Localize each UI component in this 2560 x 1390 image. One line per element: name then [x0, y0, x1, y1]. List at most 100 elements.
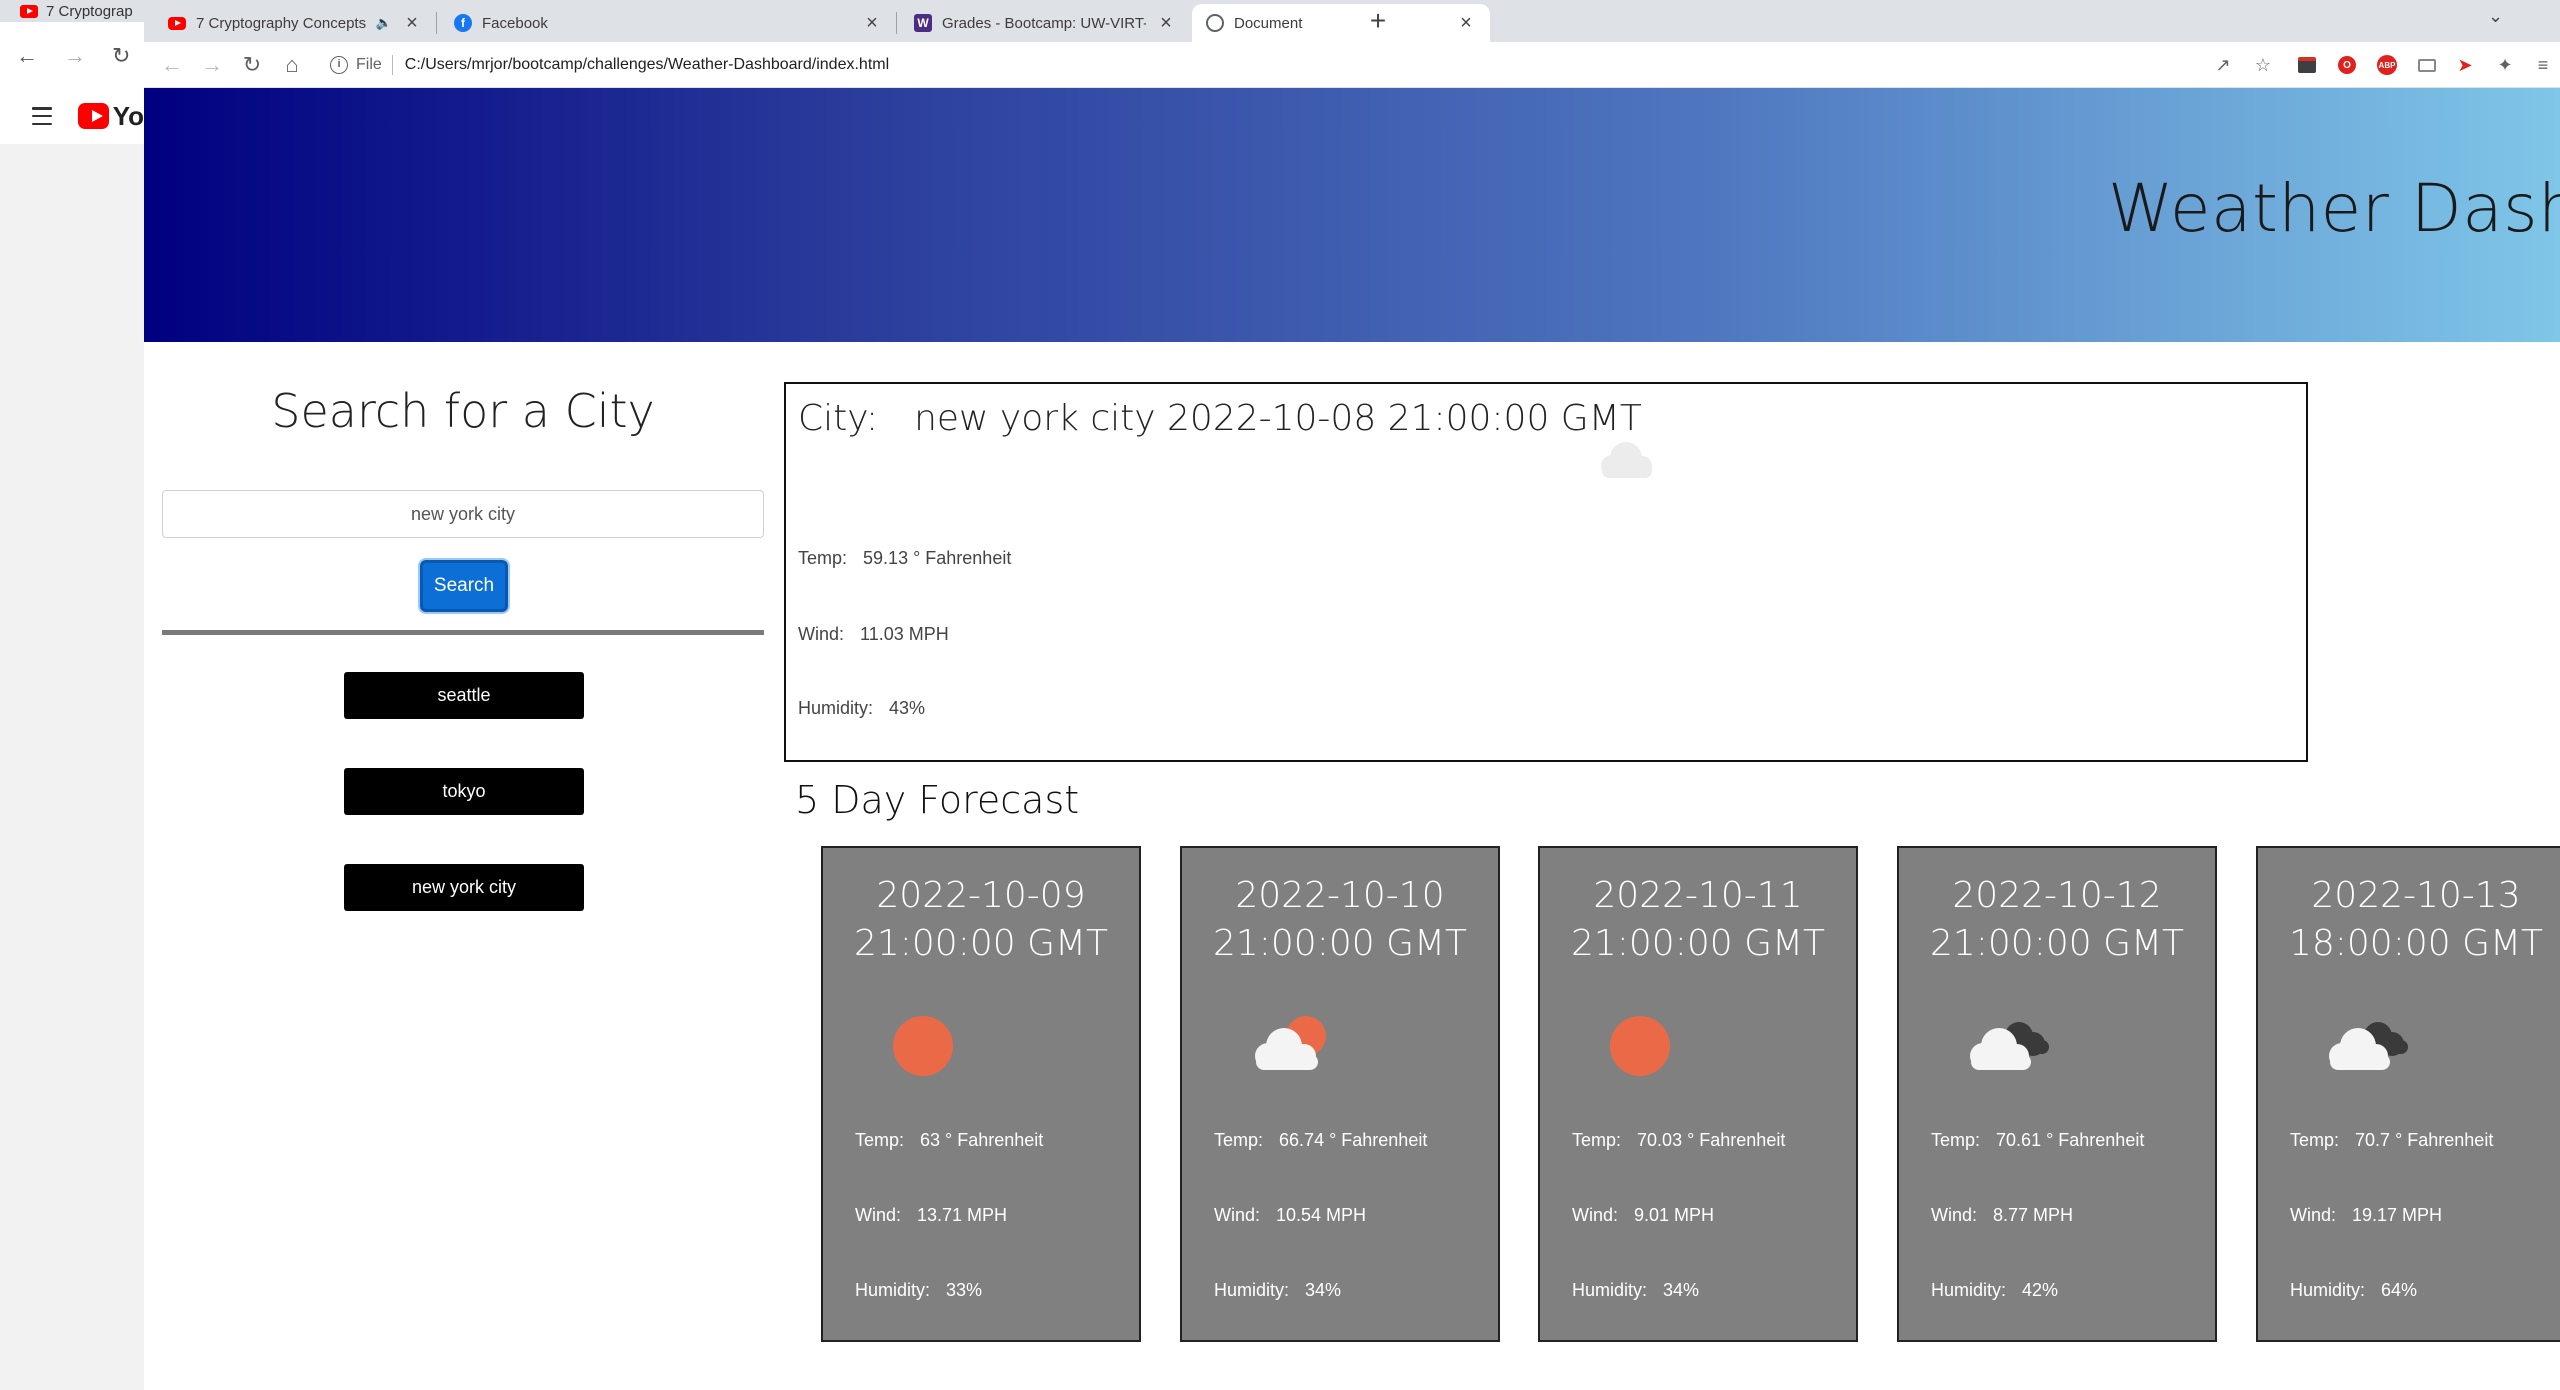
- sun-icon: [893, 1016, 953, 1076]
- forecast-date-time: 21:00:00 GMT: [1570, 923, 1826, 964]
- extension-arrow-icon[interactable]: ➤: [2454, 54, 2476, 76]
- temp-value: 70.61 ° Fahrenheit: [1996, 1130, 2145, 1150]
- forecast-date-time: 21:00:00 GMT: [1212, 923, 1468, 964]
- wind-value: 13.71 MPH: [917, 1205, 1008, 1225]
- extension-opera-icon[interactable]: O: [2336, 54, 2358, 76]
- temp-label: Temp:: [1572, 1130, 1622, 1150]
- forecast-humidity: Humidity: 33%: [855, 1280, 982, 1301]
- forward-arrow-icon[interactable]: →: [198, 51, 226, 79]
- humidity-value: 33%: [946, 1280, 983, 1300]
- youtube-header: Yo: [0, 88, 144, 144]
- forecast-card: 2022-10-13 18:00:00 GMT Temp: 70.7 ° Fahre…: [2256, 846, 2560, 1342]
- wind-label: Wind:: [855, 1205, 902, 1225]
- forecast-humidity: Humidity: 34%: [1214, 1280, 1341, 1301]
- background-page: [0, 90, 144, 1390]
- humidity-value: 64%: [2381, 1280, 2418, 1300]
- forecast-wind: Wind: 19.17 MPH: [2290, 1205, 2442, 1226]
- search-button[interactable]: Search: [420, 560, 508, 612]
- bookmark-star-icon[interactable]: ☆: [2252, 54, 2274, 76]
- tab-document[interactable]: Document ×: [1192, 4, 1490, 42]
- temp-value: 63 ° Fahrenheit: [920, 1130, 1044, 1150]
- tab-title: Document: [1234, 14, 1303, 32]
- puzzle-extensions-icon[interactable]: ✦: [2494, 54, 2516, 76]
- background-tab[interactable]: 7 Cryptograp: [20, 0, 133, 22]
- back-arrow-icon[interactable]: ←: [158, 51, 186, 79]
- current-city-line: City: new york city 2022-10-08 21:00:00 G…: [798, 398, 1642, 439]
- forecast-heading: 5 Day Forecast: [795, 778, 1080, 822]
- youtube-logo-icon[interactable]: [78, 103, 109, 129]
- close-icon[interactable]: ×: [1156, 12, 1176, 35]
- temp-label: Temp:: [2290, 1130, 2340, 1150]
- wind-label: Wind:: [2290, 1205, 2337, 1225]
- reading-list-icon[interactable]: ≡: [2532, 54, 2554, 76]
- browser-toolbar: ← → ↻ ⌂ i File C:/Users/mrjor/bootcamp/c…: [144, 42, 2560, 88]
- history-button-seattle[interactable]: seattle: [344, 672, 584, 719]
- browser-window: 7 Cryptography Concepts EV 🔈 × f Faceboo…: [144, 0, 2560, 1390]
- broken-clouds-icon: [1970, 1022, 2049, 1070]
- humidity-label: Humidity:: [1572, 1280, 1648, 1300]
- youtube-icon: [168, 16, 186, 30]
- home-icon[interactable]: ⌂: [278, 51, 306, 79]
- menu-icon[interactable]: [32, 107, 53, 125]
- audio-playing-icon[interactable]: 🔈: [376, 15, 392, 31]
- current-humidity: Humidity: 43%: [798, 698, 925, 719]
- history-button-new-york-city[interactable]: new york city: [344, 864, 584, 911]
- humidity-value: 34%: [1305, 1280, 1342, 1300]
- share-icon[interactable]: ↗: [2212, 54, 2234, 76]
- url-text[interactable]: C:/Users/mrjor/bootcamp/challenges/Weath…: [405, 56, 889, 74]
- close-icon[interactable]: ×: [402, 12, 422, 35]
- forecast-temp: Temp: 70.7 ° Fahrenheit: [2290, 1130, 2493, 1151]
- close-icon[interactable]: ×: [862, 12, 882, 35]
- wind-value: 11.03 MPH: [860, 624, 949, 644]
- extension-screen-icon[interactable]: [2416, 54, 2438, 76]
- reload-icon[interactable]: ↻: [112, 43, 130, 69]
- temp-value: 70.7 ° Fahrenheit: [2355, 1130, 2494, 1150]
- facebook-icon: f: [454, 14, 472, 32]
- forward-arrow-icon[interactable]: →: [64, 43, 86, 69]
- globe-icon: [1206, 14, 1224, 32]
- background-toolbar: ← → ↻: [0, 36, 130, 76]
- back-arrow-icon[interactable]: ←: [16, 43, 38, 69]
- new-tab-button[interactable]: +: [1362, 6, 1394, 38]
- forecast-date: 2022-10-09 21:00:00 GMT: [823, 872, 1139, 968]
- wind-label: Wind:: [1572, 1205, 1619, 1225]
- partly-cloudy-icon: [1255, 1016, 1326, 1070]
- close-icon[interactable]: ×: [1456, 12, 1476, 35]
- broken-clouds-icon: [2329, 1022, 2408, 1070]
- forecast-date-day: 2022-10-10: [1235, 875, 1445, 916]
- tab-title: 7 Cryptography Concepts EV: [196, 14, 370, 32]
- forecast-wind: Wind: 9.01 MPH: [1572, 1205, 1714, 1226]
- temp-value: 70.03 ° Fahrenheit: [1637, 1130, 1786, 1150]
- city-value: new york city 2022-10-08 21:00:00 GMT: [914, 398, 1642, 439]
- forecast-date-day: 2022-10-13: [2311, 875, 2521, 916]
- forecast-date: 2022-10-12 21:00:00 GMT: [1899, 872, 2215, 968]
- address-bar[interactable]: i File C:/Users/mrjor/bootcamp/challenge…: [330, 48, 2330, 82]
- extension-calendar-icon[interactable]: [2296, 54, 2318, 76]
- temp-label: Temp:: [1214, 1130, 1264, 1150]
- wind-value: 9.01 MPH: [1634, 1205, 1715, 1225]
- youtube-icon: [20, 4, 38, 18]
- url-scheme: File: [356, 56, 382, 73]
- humidity-label: Humidity:: [1214, 1280, 1290, 1300]
- current-temp: Temp: 59.13 ° Fahrenheit: [798, 548, 1011, 569]
- forecast-card: 2022-10-11 21:00:00 GMT Temp: 70.03 ° Fahr…: [1538, 846, 1858, 1342]
- forecast-wind: Wind: 13.71 MPH: [855, 1205, 1007, 1226]
- humidity-label: Humidity:: [798, 698, 874, 718]
- search-heading: Search for a City: [271, 384, 655, 438]
- history-button-tokyo[interactable]: tokyo: [344, 768, 584, 815]
- city-search-input[interactable]: [162, 490, 764, 538]
- youtube-logo-text: Yo: [112, 100, 144, 131]
- tab-youtube[interactable]: 7 Cryptography Concepts EV 🔈 ×: [154, 4, 436, 42]
- tab-facebook[interactable]: f Facebook ×: [440, 4, 896, 42]
- forecast-date: 2022-10-11 21:00:00 GMT: [1540, 872, 1856, 968]
- tab-grades[interactable]: W Grades - Bootcamp: UW-VIRT-FS ×: [900, 4, 1190, 42]
- reload-icon[interactable]: ↻: [238, 51, 266, 79]
- background-tab-title: 7 Cryptograp: [46, 2, 133, 20]
- forecast-humidity: Humidity: 34%: [1572, 1280, 1699, 1301]
- uw-icon: W: [914, 14, 932, 32]
- forecast-temp: Temp: 66.74 ° Fahrenheit: [1214, 1130, 1427, 1151]
- info-icon[interactable]: i: [330, 56, 348, 74]
- temp-label: Temp:: [798, 548, 848, 568]
- chevron-down-icon[interactable]: ⌄: [2488, 6, 2503, 27]
- adblock-icon[interactable]: ABP: [2376, 54, 2398, 76]
